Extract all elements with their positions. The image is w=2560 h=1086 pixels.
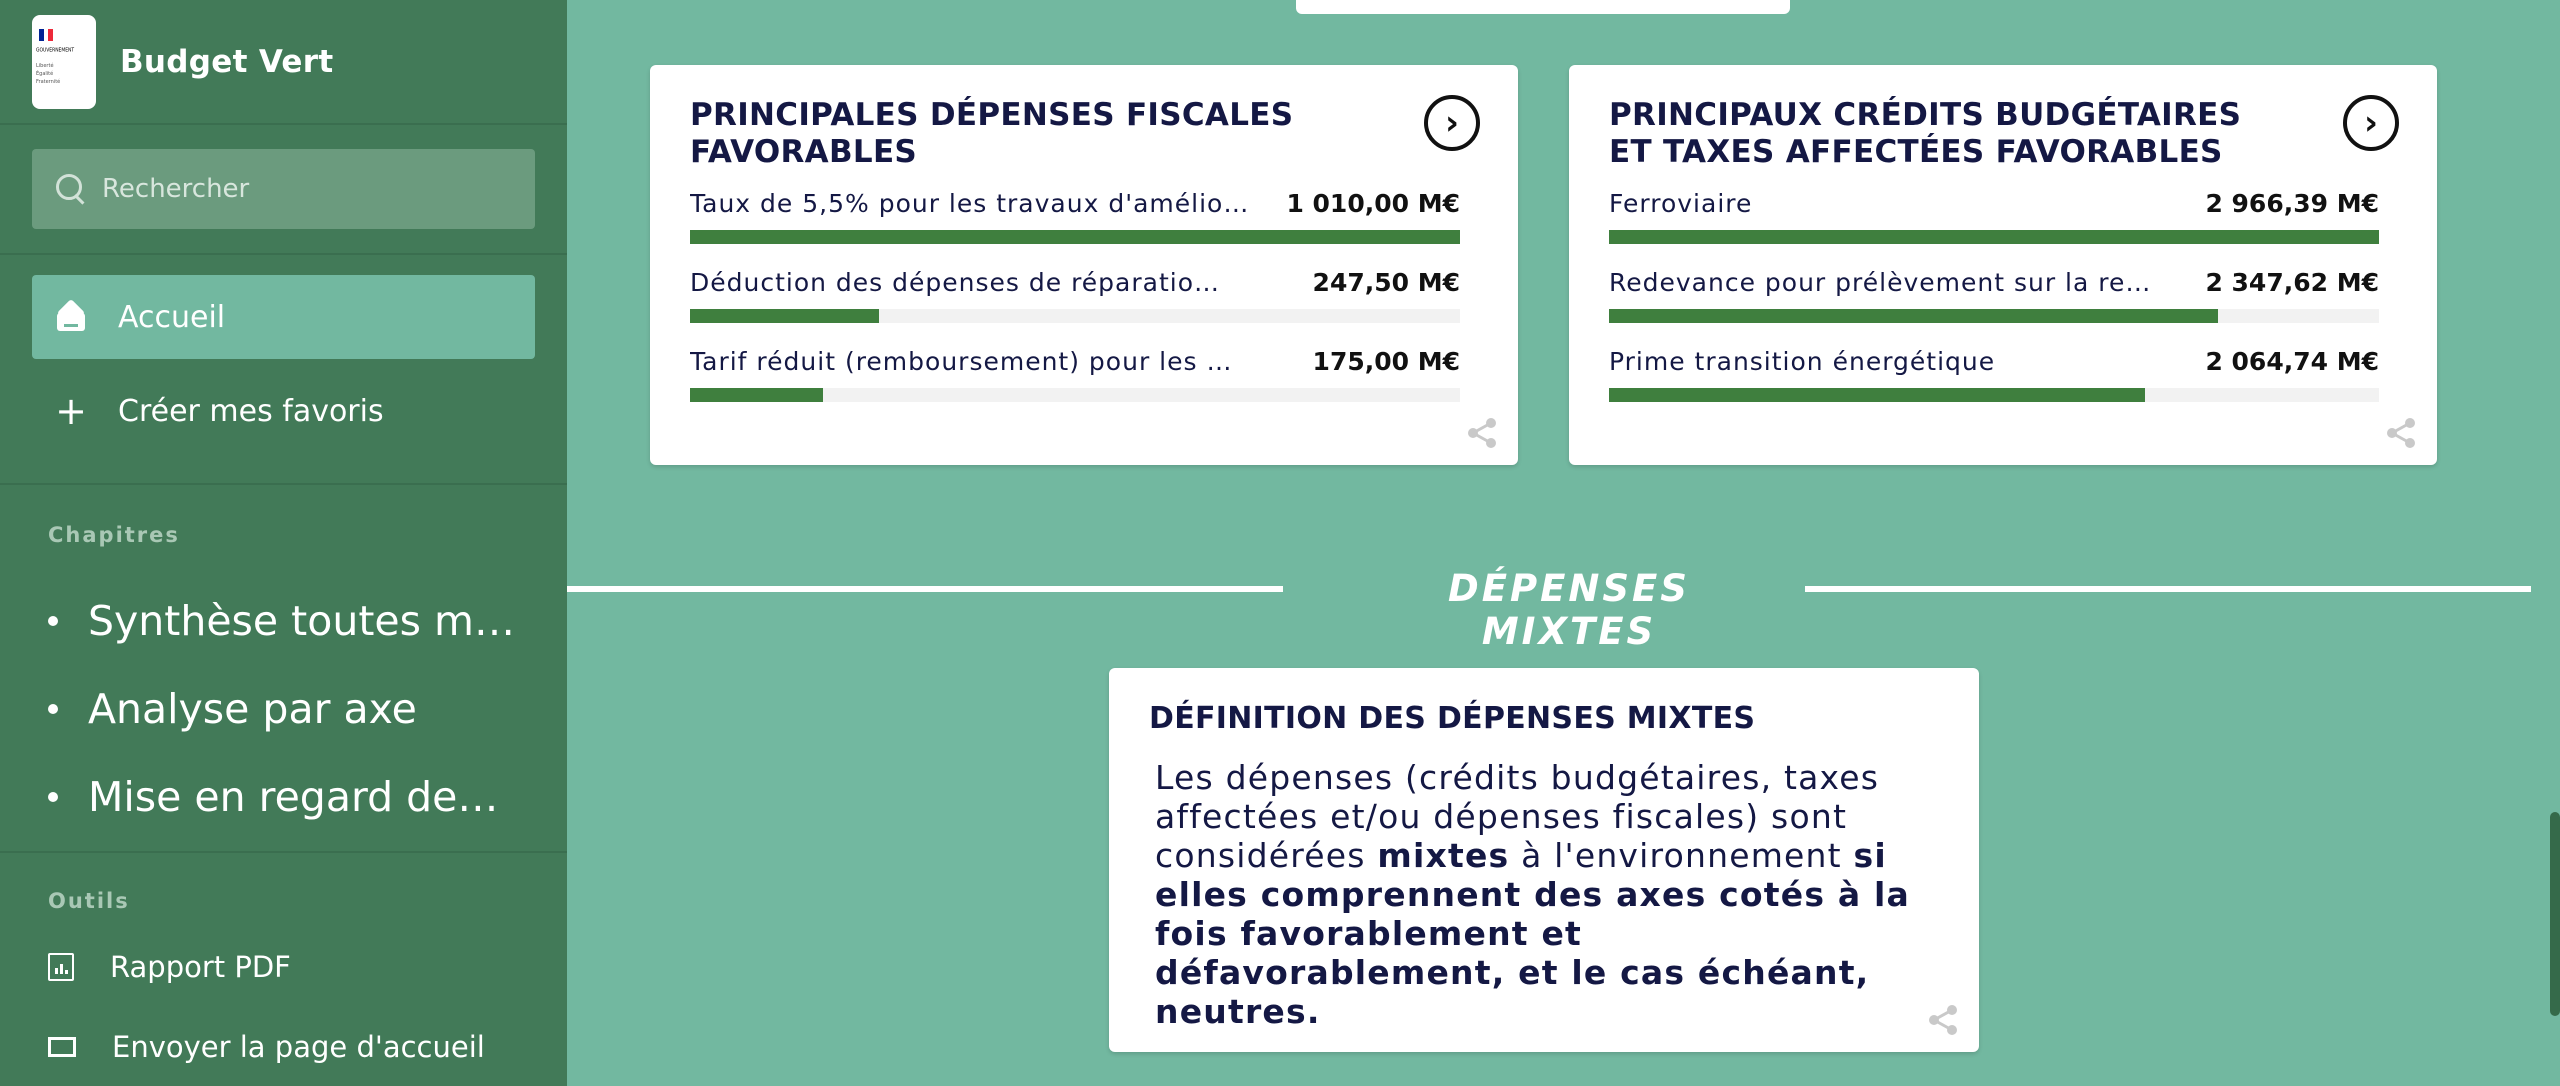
row-label: Ferroviaire bbox=[1609, 189, 1753, 218]
chapter-item-analyse[interactable]: Analyse par axe bbox=[48, 665, 519, 753]
logo-gov-text: GOUVERNEMENT bbox=[36, 46, 75, 53]
sidebar: GOUVERNEMENT Liberté Égalité Fraternité … bbox=[0, 0, 567, 1086]
bullet-icon bbox=[48, 616, 58, 626]
nav-item-label: Accueil bbox=[118, 299, 226, 335]
share-icon[interactable] bbox=[1464, 415, 1500, 451]
progress-bar bbox=[1609, 388, 2379, 402]
send-mail-icon bbox=[48, 1037, 76, 1057]
section-title: DÉPENSES MIXTES bbox=[1448, 567, 1690, 653]
bullet-icon bbox=[48, 792, 58, 802]
chevron-right-icon[interactable]: › bbox=[2343, 95, 2399, 151]
row-value: 2 347,62 M€ bbox=[2205, 268, 2379, 297]
nav-item-accueil[interactable]: Accueil bbox=[32, 275, 535, 359]
row-label: Tarif réduit (remboursement) pour les … bbox=[690, 347, 1233, 376]
brand-header: GOUVERNEMENT Liberté Égalité Fraternité … bbox=[0, 0, 567, 125]
progress-bar-fill bbox=[1609, 230, 2379, 244]
share-icon[interactable] bbox=[1925, 1002, 1961, 1038]
card-definition-mixtes: DÉFINITION DES DÉPENSES MIXTES Les dépen… bbox=[1109, 668, 1979, 1052]
main-nav: Accueil + Créer mes favoris bbox=[0, 255, 567, 485]
nav-item-creer-favoris[interactable]: + Créer mes favoris bbox=[32, 369, 535, 453]
row-value: 175,00 M€ bbox=[1312, 347, 1460, 376]
list-item[interactable]: Ferroviaire 2 966,39 M€ bbox=[1609, 189, 2379, 253]
list-item[interactable]: Redevance pour prélèvement sur la re… 2 … bbox=[1609, 268, 2379, 332]
share-icon[interactable] bbox=[2383, 415, 2419, 451]
home-icon bbox=[54, 300, 88, 334]
chevron-right-icon[interactable]: › bbox=[1424, 95, 1480, 151]
tool-label: Envoyer la page d'accueil bbox=[112, 1030, 485, 1064]
list-item[interactable]: Tarif réduit (remboursement) pour les … … bbox=[690, 347, 1460, 411]
search-box[interactable] bbox=[32, 149, 535, 229]
search-icon bbox=[54, 172, 88, 206]
row-label: Redevance pour prélèvement sur la re… bbox=[1609, 268, 2152, 297]
row-value: 247,50 M€ bbox=[1312, 268, 1460, 297]
tool-envoyer-accueil[interactable]: Envoyer la page d'accueil bbox=[48, 1007, 519, 1086]
pdf-report-icon bbox=[48, 953, 74, 981]
section-divider-left bbox=[567, 586, 1283, 592]
list-item[interactable]: Prime transition énergétique 2 064,74 M€ bbox=[1609, 347, 2379, 411]
plus-icon: + bbox=[55, 389, 87, 433]
previous-card-edge bbox=[1296, 0, 1790, 14]
progress-bar bbox=[1609, 309, 2379, 323]
card-title: PRINCIPALES DÉPENSES FISCALES FAVORABLES bbox=[690, 97, 1294, 170]
list-item[interactable]: Déduction des dépenses de réparatio… 247… bbox=[690, 268, 1460, 332]
card-credits-budgetaires: PRINCIPAUX CRÉDITS BUDGÉTAIRES ET TAXES … bbox=[1569, 65, 2437, 465]
tools-heading: Outils bbox=[48, 889, 130, 913]
card-title: DÉFINITION DES DÉPENSES MIXTES bbox=[1149, 701, 1756, 736]
progress-bar bbox=[690, 388, 1460, 402]
list-item[interactable]: Taux de 5,5% pour les travaux d'amélio… … bbox=[690, 189, 1460, 253]
government-logo[interactable]: GOUVERNEMENT Liberté Égalité Fraternité bbox=[32, 14, 96, 109]
chapter-item-mise-en-regard[interactable]: Mise en regard des … bbox=[48, 753, 519, 841]
tool-rapport-pdf[interactable]: Rapport PDF bbox=[48, 927, 519, 1007]
chapter-item-synthese[interactable]: Synthèse toutes mi… bbox=[48, 577, 519, 665]
progress-bar bbox=[690, 230, 1460, 244]
search-input[interactable] bbox=[102, 174, 502, 204]
chapter-label: Mise en regard des … bbox=[88, 773, 518, 821]
app-title[interactable]: Budget Vert bbox=[120, 44, 333, 80]
progress-bar-fill bbox=[1609, 309, 2219, 323]
row-value: 2 064,74 M€ bbox=[2205, 347, 2379, 376]
row-label: Taux de 5,5% pour les travaux d'amélio… bbox=[690, 189, 1250, 218]
scrollbar-thumb[interactable] bbox=[2550, 812, 2560, 1016]
row-label: Déduction des dépenses de réparatio… bbox=[690, 268, 1221, 297]
chapter-label: Synthèse toutes mi… bbox=[88, 597, 518, 645]
progress-bar-fill bbox=[690, 309, 879, 323]
tool-label: Rapport PDF bbox=[110, 950, 291, 984]
chapter-label: Analyse par axe bbox=[88, 685, 417, 733]
bullet-icon bbox=[48, 704, 58, 714]
nav-item-label: Créer mes favoris bbox=[118, 393, 384, 429]
definition-text-bold: mixtes bbox=[1377, 836, 1510, 875]
chapters-heading: Chapitres bbox=[48, 523, 180, 547]
row-value: 1 010,00 M€ bbox=[1286, 189, 1460, 218]
card-depenses-fiscales: PRINCIPALES DÉPENSES FISCALES FAVORABLES… bbox=[650, 65, 1518, 465]
main-content: PRINCIPALES DÉPENSES FISCALES FAVORABLES… bbox=[567, 0, 2560, 1086]
card-title: PRINCIPAUX CRÉDITS BUDGÉTAIRES ET TAXES … bbox=[1609, 97, 2242, 170]
tools-section: Outils Rapport PDF Envoyer la page d'acc… bbox=[0, 853, 567, 1086]
progress-bar bbox=[1609, 230, 2379, 244]
progress-bar-fill bbox=[690, 388, 824, 402]
progress-bar bbox=[690, 309, 1460, 323]
row-value: 2 966,39 M€ bbox=[2205, 189, 2379, 218]
french-flag-icon bbox=[39, 28, 54, 41]
row-label: Prime transition énergétique bbox=[1609, 347, 1996, 376]
progress-bar-fill bbox=[1609, 388, 2145, 402]
chapters-section: Chapitres Synthèse toutes mi… Analyse pa… bbox=[0, 485, 567, 853]
progress-bar-fill bbox=[690, 230, 1460, 244]
definition-text-part: à l'environnement bbox=[1509, 836, 1854, 875]
search-section bbox=[0, 125, 567, 255]
definition-text: Les dépenses (crédits budgétaires, taxes… bbox=[1155, 758, 1945, 1031]
section-divider-right bbox=[1805, 586, 2531, 592]
logo-motto: Liberté Égalité Fraternité bbox=[36, 62, 61, 85]
